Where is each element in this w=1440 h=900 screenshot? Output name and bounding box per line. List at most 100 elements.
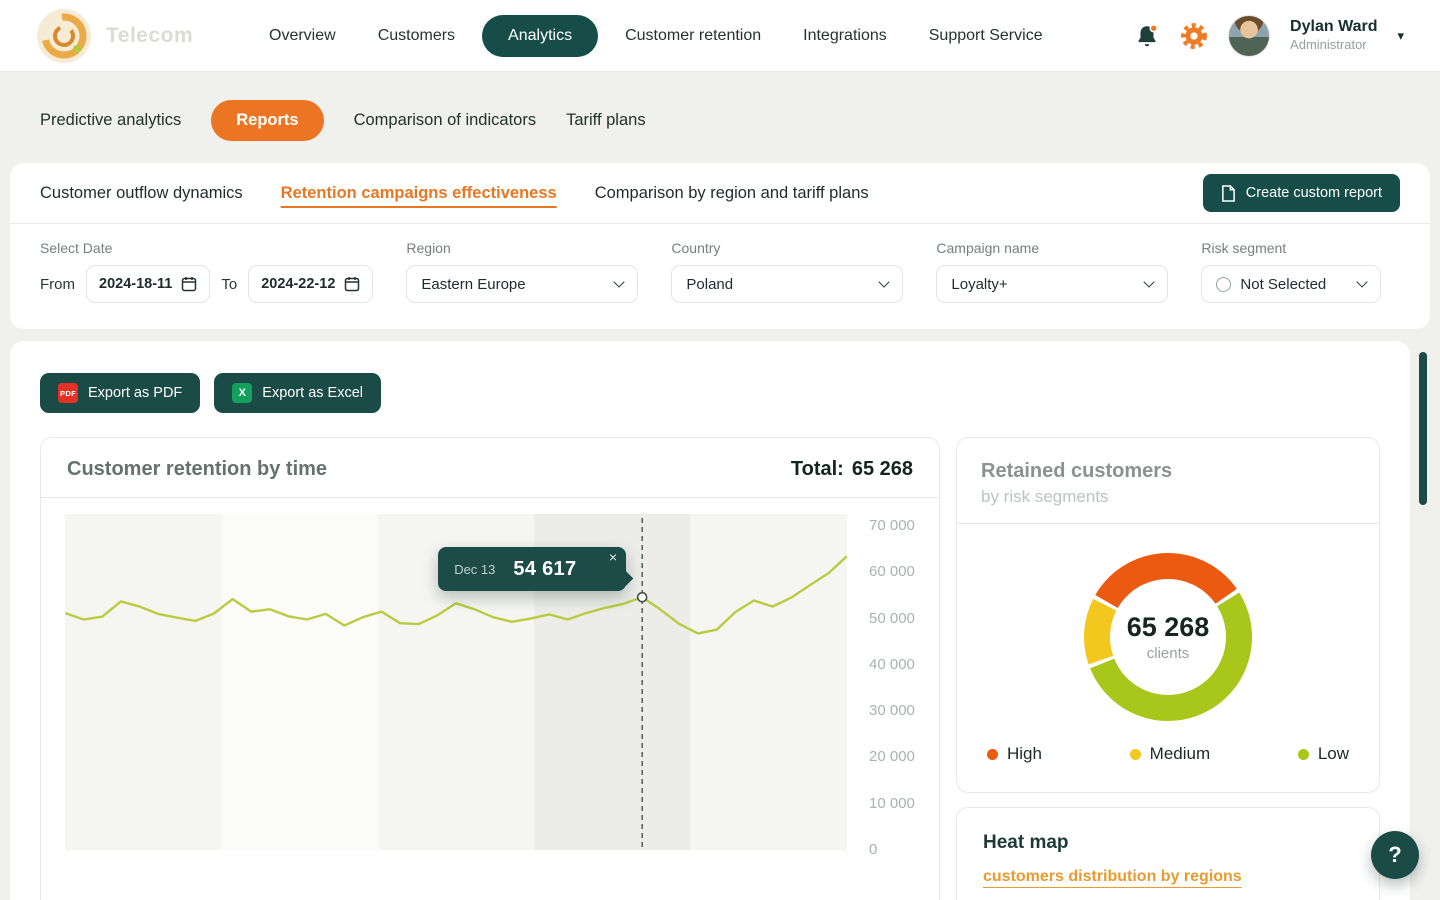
calendar-icon: [344, 276, 360, 292]
top-navigation-bar: Telecom Overview Customers Analytics Cus…: [0, 0, 1440, 72]
tab-predictive-analytics[interactable]: Predictive analytics: [40, 111, 181, 130]
nav-overview[interactable]: Overview: [254, 17, 351, 55]
radio-circle-icon: [1216, 277, 1231, 292]
report-controls-card: Customer outflow dynamics Retention camp…: [10, 163, 1430, 329]
donut-center-label: clients: [1147, 645, 1190, 662]
nav-integrations[interactable]: Integrations: [788, 17, 902, 55]
legend-dot-medium: [1130, 749, 1141, 760]
nav-analytics[interactable]: Analytics: [482, 15, 598, 57]
chevron-down-icon: [614, 276, 625, 287]
tab-customer-outflow-dynamics[interactable]: Customer outflow dynamics: [40, 184, 243, 203]
legend-label-medium: Medium: [1150, 744, 1210, 764]
export-row: PDF Export as PDF X Export as Excel: [40, 373, 1380, 413]
y-axis-labels: 010 00020 00030 00040 00050 00060 00070 …: [857, 514, 939, 854]
donut-center-value: 65 268: [1127, 612, 1210, 643]
create-custom-report-label: Create custom report: [1246, 185, 1382, 201]
region-label: Region: [406, 240, 638, 256]
user-menu[interactable]: Dylan Ward Administrator: [1290, 17, 1377, 53]
report-content-card: PDF Export as PDF X Export as Excel Cust…: [10, 341, 1410, 900]
campaign-name-label: Campaign name: [936, 240, 1168, 256]
region-select[interactable]: Eastern Europe: [406, 265, 638, 303]
date-from-input[interactable]: 2024-18-11: [86, 265, 210, 303]
user-role: Administrator: [1290, 37, 1377, 53]
tab-comparison-by-region-and-tariff-plans[interactable]: Comparison by region and tariff plans: [595, 184, 869, 203]
report-tabs: Customer outflow dynamics Retention camp…: [10, 163, 1430, 224]
from-label: From: [40, 276, 75, 293]
donut-legend: High Medium Low: [957, 738, 1379, 792]
to-label: To: [221, 276, 237, 293]
nav-customer-retention[interactable]: Customer retention: [610, 17, 776, 55]
legend-label-low: Low: [1318, 744, 1349, 764]
region-value: Eastern Europe: [421, 276, 525, 293]
brand-logo-icon: [36, 8, 92, 64]
brand[interactable]: Telecom: [36, 8, 254, 64]
analytics-section-tabs: Predictive analytics Reports Comparison …: [0, 72, 1440, 163]
risk-segment-label: Risk segment: [1201, 240, 1381, 256]
retention-by-time-card: Customer retention by time Total: 65 268…: [40, 437, 940, 900]
nav-customers[interactable]: Customers: [363, 17, 470, 55]
legend-item-high[interactable]: High: [987, 744, 1042, 764]
user-name: Dylan Ward: [1290, 17, 1377, 37]
legend-item-low[interactable]: Low: [1298, 744, 1349, 764]
legend-dot-high: [987, 749, 998, 760]
export-excel-label: Export as Excel: [262, 385, 363, 401]
total-value: 65 268: [852, 458, 913, 481]
calendar-icon: [181, 276, 197, 292]
legend-dot-low: [1298, 749, 1309, 760]
help-button[interactable]: ?: [1371, 831, 1419, 879]
date-to-value: 2024-22-12: [261, 276, 335, 292]
country-value: Poland: [686, 276, 733, 293]
export-excel-button[interactable]: X Export as Excel: [214, 373, 381, 413]
heat-map-card: Heat map customers distribution by regio…: [956, 807, 1380, 900]
export-pdf-button[interactable]: PDF Export as PDF: [40, 373, 200, 413]
line-chart-plot[interactable]: Dec 13 54 617 ×: [65, 514, 847, 854]
donut-card-subtitle: by risk segments: [981, 487, 1355, 507]
settings-gear-icon[interactable]: [1180, 22, 1208, 50]
country-select[interactable]: Poland: [671, 265, 903, 303]
heat-map-title: Heat map: [983, 832, 1353, 854]
legend-item-medium[interactable]: Medium: [1130, 744, 1210, 764]
chart-total: Total: 65 268: [791, 458, 913, 481]
filter-region: Region Eastern Europe: [406, 240, 638, 303]
filter-campaign: Campaign name Loyalty+: [936, 240, 1168, 303]
user-avatar[interactable]: [1228, 15, 1270, 57]
chevron-down-icon: [1144, 276, 1155, 287]
tooltip-close-icon[interactable]: ×: [609, 550, 617, 564]
filter-date: Select Date From 2024-18-11 To 2024-22-1…: [40, 240, 373, 303]
tooltip-value: 54 617: [513, 558, 576, 581]
main-nav: Overview Customers Analytics Customer re…: [254, 15, 1058, 57]
select-date-label: Select Date: [40, 240, 373, 256]
user-menu-chevron-down-icon[interactable]: ▾: [1397, 28, 1404, 44]
document-icon: [1221, 185, 1236, 202]
donut-card-title: Retained customers: [981, 460, 1355, 483]
chart-title: Customer retention by time: [67, 458, 327, 481]
export-pdf-label: Export as PDF: [88, 385, 182, 401]
date-to-input[interactable]: 2024-22-12: [248, 265, 373, 303]
tab-comparison-of-indicators[interactable]: Comparison of indicators: [354, 111, 537, 130]
tab-tariff-plans[interactable]: Tariff plans: [566, 111, 646, 130]
page-scrollbar-thumb[interactable]: [1419, 352, 1427, 505]
legend-label-high: High: [1007, 744, 1042, 764]
risk-segment-select[interactable]: Not Selected: [1201, 265, 1381, 303]
excel-icon: X: [232, 383, 252, 403]
total-label: Total:: [791, 458, 844, 481]
create-custom-report-button[interactable]: Create custom report: [1203, 174, 1400, 212]
brand-name: Telecom: [106, 24, 193, 48]
chevron-down-icon: [879, 276, 890, 287]
country-label: Country: [671, 240, 903, 256]
topbar-right: Dylan Ward Administrator ▾: [1134, 15, 1404, 57]
risk-segments-donut-chart[interactable]: 65 268 clients: [1083, 552, 1253, 722]
campaign-value: Loyalty+: [951, 276, 1007, 293]
heat-map-subtitle-link[interactable]: customers distribution by regions: [983, 868, 1242, 886]
retained-customers-card: Retained customers by risk segments 65 2…: [956, 437, 1380, 793]
pdf-icon: PDF: [58, 383, 78, 403]
chevron-down-icon: [1357, 276, 1368, 287]
nav-support-service[interactable]: Support Service: [914, 17, 1058, 55]
campaign-select[interactable]: Loyalty+: [936, 265, 1168, 303]
tab-retention-campaigns-effectiveness[interactable]: Retention campaigns effectiveness: [281, 184, 557, 203]
tooltip-date: Dec 13: [454, 562, 495, 577]
chart-tooltip: Dec 13 54 617 ×: [438, 547, 626, 591]
tab-reports[interactable]: Reports: [211, 100, 323, 141]
notifications-bell-icon[interactable]: [1134, 23, 1160, 49]
filter-country: Country Poland: [671, 240, 903, 303]
